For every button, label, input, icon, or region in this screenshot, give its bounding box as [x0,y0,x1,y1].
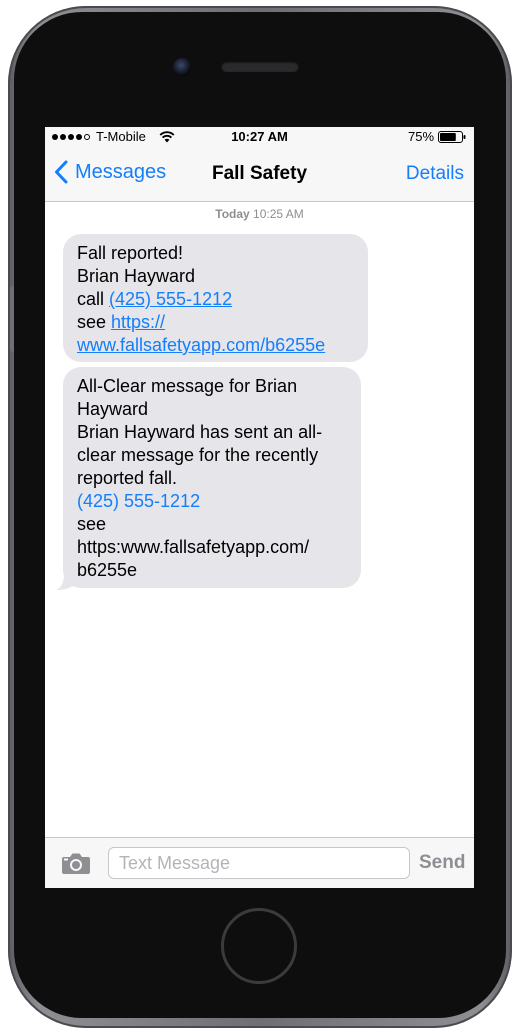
text-message-input[interactable] [108,847,410,879]
phone-screen: T-Mobile 10:27 AM 75% Messages Fall Safe… [45,127,474,888]
message-text: Fall reported! [77,243,184,263]
message-text: see [77,312,112,332]
timestamp-time: 10:25 AM [253,207,304,221]
phone-link[interactable]: (425) 555-1212 [77,491,200,511]
message-text: clear message for the recently [77,445,319,465]
camera-icon[interactable] [61,852,91,875]
navigation-bar: Messages Fall Safety Details [45,147,474,202]
home-button[interactable] [221,908,297,984]
earpiece-speaker [221,61,299,72]
phone-link[interactable]: (425) 555-1212 [109,289,232,309]
thread-timestamp: Today 10:25 AM [45,207,474,221]
message-bubble-all-clear: All-Clear message for Brian Hayward Bria… [63,367,361,588]
message-text: https:www.fallsafetyapp.com/ [77,537,310,557]
message-text: b6255e [77,560,138,580]
message-text: Brian Hayward has sent an all- [77,422,323,442]
status-bar: T-Mobile 10:27 AM 75% [45,127,474,147]
message-text: reported fall. [77,468,178,488]
send-button[interactable]: Send [419,852,465,874]
bubble-tail [56,573,76,590]
message-text: All-Clear message for Brian [77,376,298,396]
timestamp-day: Today [215,207,250,221]
battery-icon [438,131,466,143]
message-bubble-fall-reported: Fall reported! Brian Hayward call (425) … [63,234,368,362]
details-button[interactable]: Details [406,163,464,185]
message-text: call [77,289,110,309]
message-input-bar: Send [45,837,474,888]
message-text: Hayward [77,399,149,419]
battery-percentage: 75% [408,129,435,144]
url-link[interactable]: https:// [111,312,165,332]
front-camera [173,58,191,76]
message-text: Brian Hayward [77,266,196,286]
url-link[interactable]: www.fallsafetyapp.com/b6255e [77,335,325,355]
message-text: see [77,514,107,534]
